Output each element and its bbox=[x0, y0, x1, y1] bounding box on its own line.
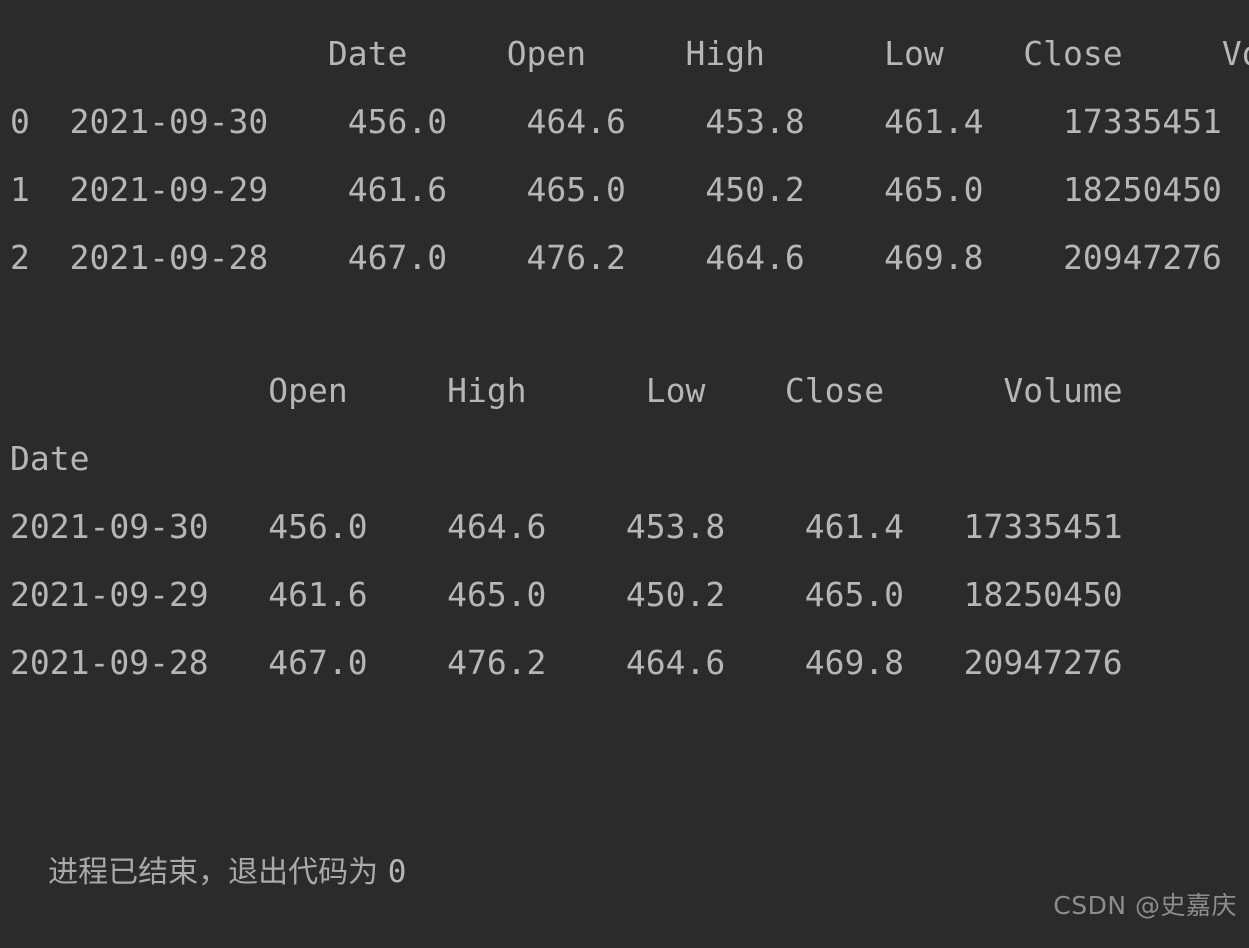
frame1-header-row: Date Open High Low Close Volume bbox=[10, 34, 1249, 73]
frame2-header-row: Open High Low Close Volume bbox=[10, 371, 1123, 410]
table-row: 2 2021-09-28 467.0 476.2 464.6 469.8 209… bbox=[10, 238, 1222, 277]
table-row: 1 2021-09-29 461.6 465.0 450.2 465.0 182… bbox=[10, 170, 1222, 209]
table-row: 0 2021-09-30 456.0 464.6 453.8 461.4 173… bbox=[10, 102, 1222, 141]
exit-message-text: 进程已结束，退出代码为 bbox=[48, 855, 388, 890]
table-row: 2021-09-30 456.0 464.6 453.8 461.4 17335… bbox=[10, 507, 1123, 546]
process-exit-message: 进程已结束，退出代码为 0 bbox=[10, 770, 406, 948]
table-row: 2021-09-28 467.0 476.2 464.6 469.8 20947… bbox=[10, 643, 1123, 682]
table-row: 2021-09-29 461.6 465.0 450.2 465.0 18250… bbox=[10, 575, 1123, 614]
clipped-previous-line: Date Open High Low Close Volume bbox=[10, 0, 1162, 12]
exit-code-value: 0 bbox=[387, 854, 407, 890]
frame2-index-label: Date bbox=[10, 439, 90, 478]
csdn-watermark: CSDN @史嘉庆 bbox=[1053, 891, 1237, 920]
console-output-panel[interactable]: Date Open High Low Close Volume Date Ope… bbox=[0, 0, 1249, 948]
